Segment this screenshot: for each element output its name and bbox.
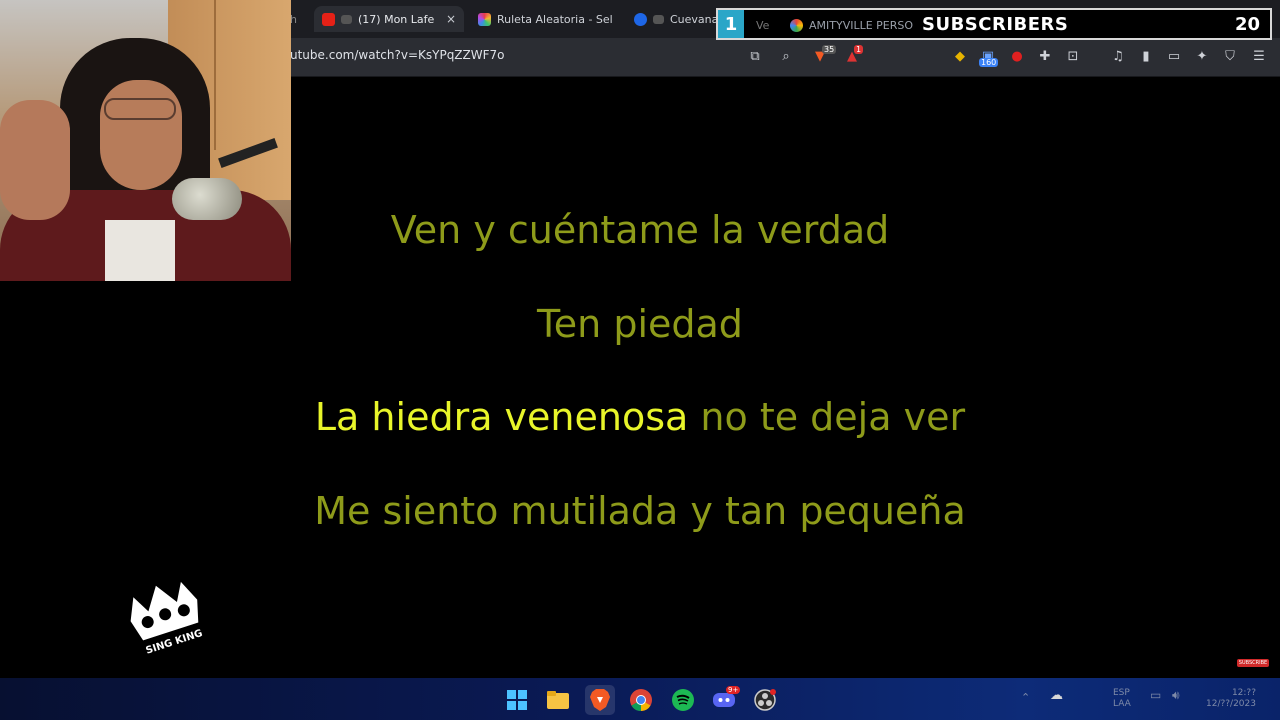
youtube-icon — [322, 12, 335, 26]
chevron-up-icon[interactable]: ⌃ — [1021, 692, 1030, 703]
ruleta-icon — [478, 12, 491, 26]
brave-shield-badge: 35 — [822, 45, 837, 54]
leo-ai-icon[interactable]: ✦ — [1193, 47, 1211, 65]
tab-cuevana-label: Cuevana — [670, 12, 718, 26]
music-icon[interactable]: ♫ — [1109, 47, 1127, 65]
zoom-icon[interactable]: ⌕ — [777, 47, 795, 65]
tab-google[interactable]: AMITYVILLE PERSON — [782, 12, 922, 38]
obs-icon[interactable] — [750, 685, 780, 715]
menu-icon[interactable]: ☰ — [1250, 47, 1268, 65]
volume-icon[interactable]: 🔊︎ — [1172, 689, 1180, 701]
lyric-sung-part: La hiedra venenosa — [314, 395, 689, 439]
tab-ruleta[interactable]: Ruleta Aleatoria - Sele — [470, 6, 620, 32]
tab-youtube-label: (17) Mon Lafe — [358, 12, 434, 26]
close-tab-icon[interactable]: × — [446, 12, 456, 26]
clock-date: 12/??/2023 — [1206, 699, 1256, 709]
windows-start-icon[interactable] — [502, 685, 532, 715]
share-icon[interactable]: ⧉ — [746, 47, 764, 65]
rewards-badge: 1 — [854, 45, 864, 54]
lyric-line-4-text: Me siento mutilada y tan pequeña — [314, 489, 966, 533]
sing-king-logo: SING KING — [130, 581, 204, 657]
lyric-line-3: La hiedra venenosa no te deja ver — [0, 395, 1280, 439]
person-hand — [0, 100, 70, 220]
lyric-line-1: Ven y cuéntame la verdad — [0, 208, 1280, 252]
lyric-line-2-text: Ten piedad — [537, 302, 743, 346]
window-icon — [341, 14, 352, 24]
vpn-icon[interactable]: ⛉ — [1221, 47, 1239, 65]
extension-badge: 160 — [979, 58, 999, 67]
lyric-line-4: Me siento mutilada y tan pequeña — [0, 489, 1280, 533]
window-icon — [653, 14, 664, 24]
subscribe-mini-badge: SUBSCRIBE — [1237, 659, 1269, 667]
cloud-icon[interactable]: ☁ — [1050, 689, 1063, 702]
sidebar-icon[interactable]: ▮ — [1137, 47, 1155, 65]
subscriber-count: 20 — [1234, 14, 1260, 35]
chrome-icon[interactable] — [626, 685, 656, 715]
person-face — [100, 80, 182, 190]
brave-icon[interactable] — [585, 685, 615, 715]
subscribe-mini-text: SUBSCRIBE — [1238, 660, 1268, 666]
cuevana-icon — [634, 12, 647, 26]
tab-youtube[interactable]: (17) Mon Lafe × — [314, 6, 464, 32]
clock[interactable]: 12:?? 12/??/2023 — [1206, 688, 1256, 710]
person-glasses — [104, 98, 176, 120]
tab-search-icon[interactable]: ⊡ — [1064, 47, 1082, 65]
lyric-line-1-text: Ven y cuéntame la verdad — [390, 208, 890, 252]
network-icon[interactable]: ▭ — [1150, 689, 1161, 701]
subscriber-label: SUBSCRIBERS — [922, 14, 1069, 35]
subscriber-widget: 1 Ve AMITYVILLE PERSON SUBSCRIBERS 20 — [716, 8, 1272, 40]
lyric-line-2: Ten piedad — [0, 302, 1280, 346]
file-explorer-icon[interactable] — [543, 685, 573, 715]
extensions-icon[interactable]: ✚ — [1036, 47, 1054, 65]
extension-icon[interactable]: ◆ — [951, 47, 969, 65]
language-bottom: LAA — [1113, 699, 1131, 709]
cabinet-seam — [214, 0, 216, 150]
address-bar[interactable]: utube.com/watch?v=KsYPqZZWF7o — [290, 48, 505, 62]
lyric-unsung-part: no te deja ver — [700, 395, 966, 439]
extension-icon[interactable]: ● — [1008, 47, 1026, 65]
wallet-icon[interactable]: ▭ — [1165, 47, 1183, 65]
tab-fragment-label: h — [290, 12, 297, 26]
subscriber-goal-number: 1 — [718, 10, 744, 38]
discord-badge: 9+ — [726, 686, 741, 694]
language-indicator[interactable]: ESP LAA — [1113, 688, 1131, 710]
tab-google-label: AMITYVILLE PERSON — [809, 18, 914, 32]
language-top: ESP — [1113, 688, 1130, 698]
tab-fragment-label: Ve — [756, 18, 770, 32]
spotify-icon[interactable] — [668, 685, 698, 715]
tab-ruleta-label: Ruleta Aleatoria - Sele — [497, 12, 612, 26]
tab-cuevana[interactable]: Cuevana — [626, 6, 726, 32]
google-icon — [790, 18, 803, 32]
clock-time: 12:?? — [1231, 688, 1256, 698]
